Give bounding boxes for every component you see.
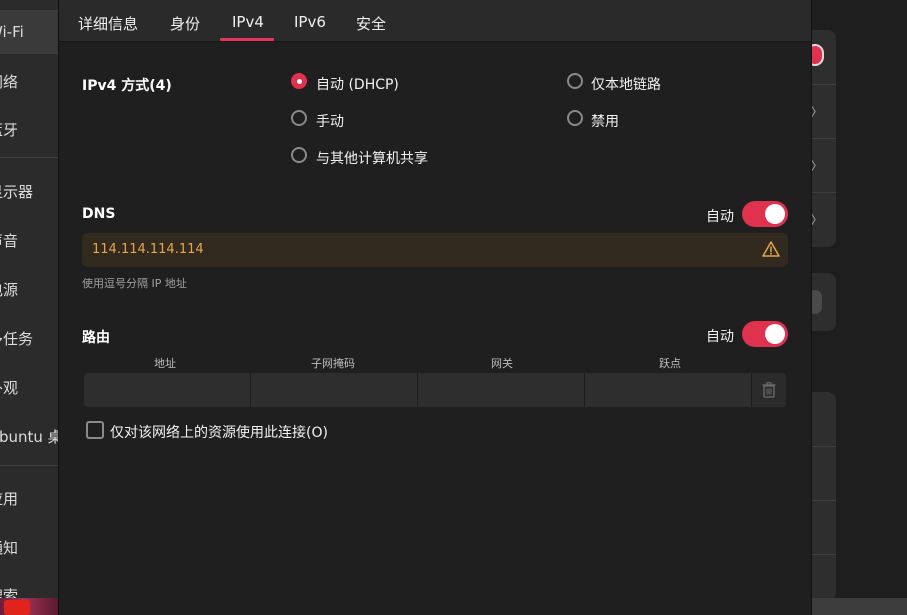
sidebar-item-bluetooth[interactable]: 蓝牙 (0, 119, 18, 140)
chevron-right-icon[interactable]: 〉 (810, 102, 824, 122)
tab-details[interactable]: 详细信息 (78, 13, 138, 34)
tab-ipv4[interactable]: IPv4 (232, 13, 264, 31)
dns-input[interactable]: 114.114.114.114 (82, 233, 788, 267)
route-address-input[interactable] (84, 373, 251, 407)
radio-disabled[interactable] (567, 110, 583, 126)
warning-icon (762, 241, 780, 257)
dns-label: DNS (82, 206, 116, 222)
tab-bar: 详细信息 身份 IPv4 IPv6 安全 (59, 0, 811, 42)
taskbar-strip (810, 598, 907, 615)
sidebar-divider (0, 465, 58, 466)
sidebar-item-network[interactable]: 网络 (0, 71, 18, 92)
tab-ipv6[interactable]: IPv6 (294, 13, 326, 31)
sidebar-item-wifi[interactable]: Wi-Fi (0, 23, 24, 41)
background-card (810, 392, 836, 600)
dns-auto-label: 自动 (706, 209, 734, 225)
sidebar-divider (0, 157, 58, 158)
radio-link-local-label[interactable]: 仅本地链路 (591, 74, 661, 94)
radio-disabled-label[interactable]: 禁用 (591, 111, 619, 131)
radio-dhcp-label[interactable]: 自动 (DHCP) (316, 74, 399, 94)
card-separator (810, 554, 836, 555)
routes-auto-label: 自动 (706, 329, 734, 345)
chevron-right-icon[interactable]: 〉 (810, 156, 824, 176)
tab-identity[interactable]: 身份 (170, 13, 200, 34)
route-gateway-input[interactable] (418, 373, 585, 407)
sidebar-item-power[interactable]: 电源 (0, 279, 18, 300)
sidebar-item-ubuntu-desktop[interactable]: Ubuntu 桌面 (0, 426, 58, 447)
dns-input-value: 114.114.114.114 (92, 242, 204, 257)
settings-sidebar: Wi-Fi 网络 蓝牙 显示器 声音 电源 多任务 外观 Ubuntu 桌面 应… (0, 0, 58, 600)
card-separator (810, 192, 836, 193)
chevron-right-icon[interactable]: 〉 (810, 210, 824, 230)
route-entry-row (84, 373, 786, 407)
radio-dhcp[interactable] (291, 73, 307, 89)
sidebar-item-appearance[interactable]: 外观 (0, 377, 18, 398)
sidebar-item-sound[interactable]: 声音 (0, 230, 18, 251)
radio-shared[interactable] (291, 147, 307, 163)
card-separator (810, 500, 836, 501)
radio-manual-label[interactable]: 手动 (316, 111, 344, 131)
sidebar-item-multitasking[interactable]: 多任务 (0, 328, 33, 349)
radio-shared-label[interactable]: 与其他计算机共享 (316, 148, 428, 168)
active-tab-indicator (220, 38, 274, 41)
desktop-wallpaper (0, 598, 58, 615)
dns-auto-switch[interactable] (742, 201, 788, 227)
sidebar-item-display[interactable]: 显示器 (0, 181, 33, 202)
card-separator (810, 84, 836, 85)
trash-icon[interactable] (762, 382, 776, 398)
route-netmask-input[interactable] (251, 373, 418, 407)
dock-app-icon (4, 600, 30, 615)
only-local-resources-label[interactable]: 仅对该网络上的资源使用此连接(O) (110, 422, 328, 442)
route-column-netmask: 子网掩码 (311, 357, 355, 370)
radio-link-local[interactable] (567, 73, 583, 89)
sidebar-item-notifications[interactable]: 通知 (0, 537, 18, 558)
sidebar-item-apps[interactable]: 应用 (0, 488, 18, 509)
ipv4-method-label: IPv4 方式(4) (82, 78, 172, 94)
tab-security[interactable]: 安全 (356, 13, 386, 34)
route-column-metric: 跃点 (659, 357, 681, 370)
radio-manual[interactable] (291, 110, 307, 126)
routes-auto-switch[interactable] (742, 321, 788, 347)
only-local-resources-checkbox[interactable] (86, 421, 104, 439)
route-column-address: 地址 (154, 357, 176, 370)
card-separator (810, 138, 836, 139)
dns-hint: 使用逗号分隔 IP 地址 (82, 277, 187, 290)
card-separator (810, 446, 836, 447)
connection-settings-dialog: 详细信息 身份 IPv4 IPv6 安全 IPv4 方式(4) 自动 (DHCP… (58, 0, 812, 615)
routes-label: 路由 (82, 330, 110, 346)
route-column-gateway: 网关 (491, 357, 513, 370)
route-metric-input[interactable] (585, 373, 752, 407)
